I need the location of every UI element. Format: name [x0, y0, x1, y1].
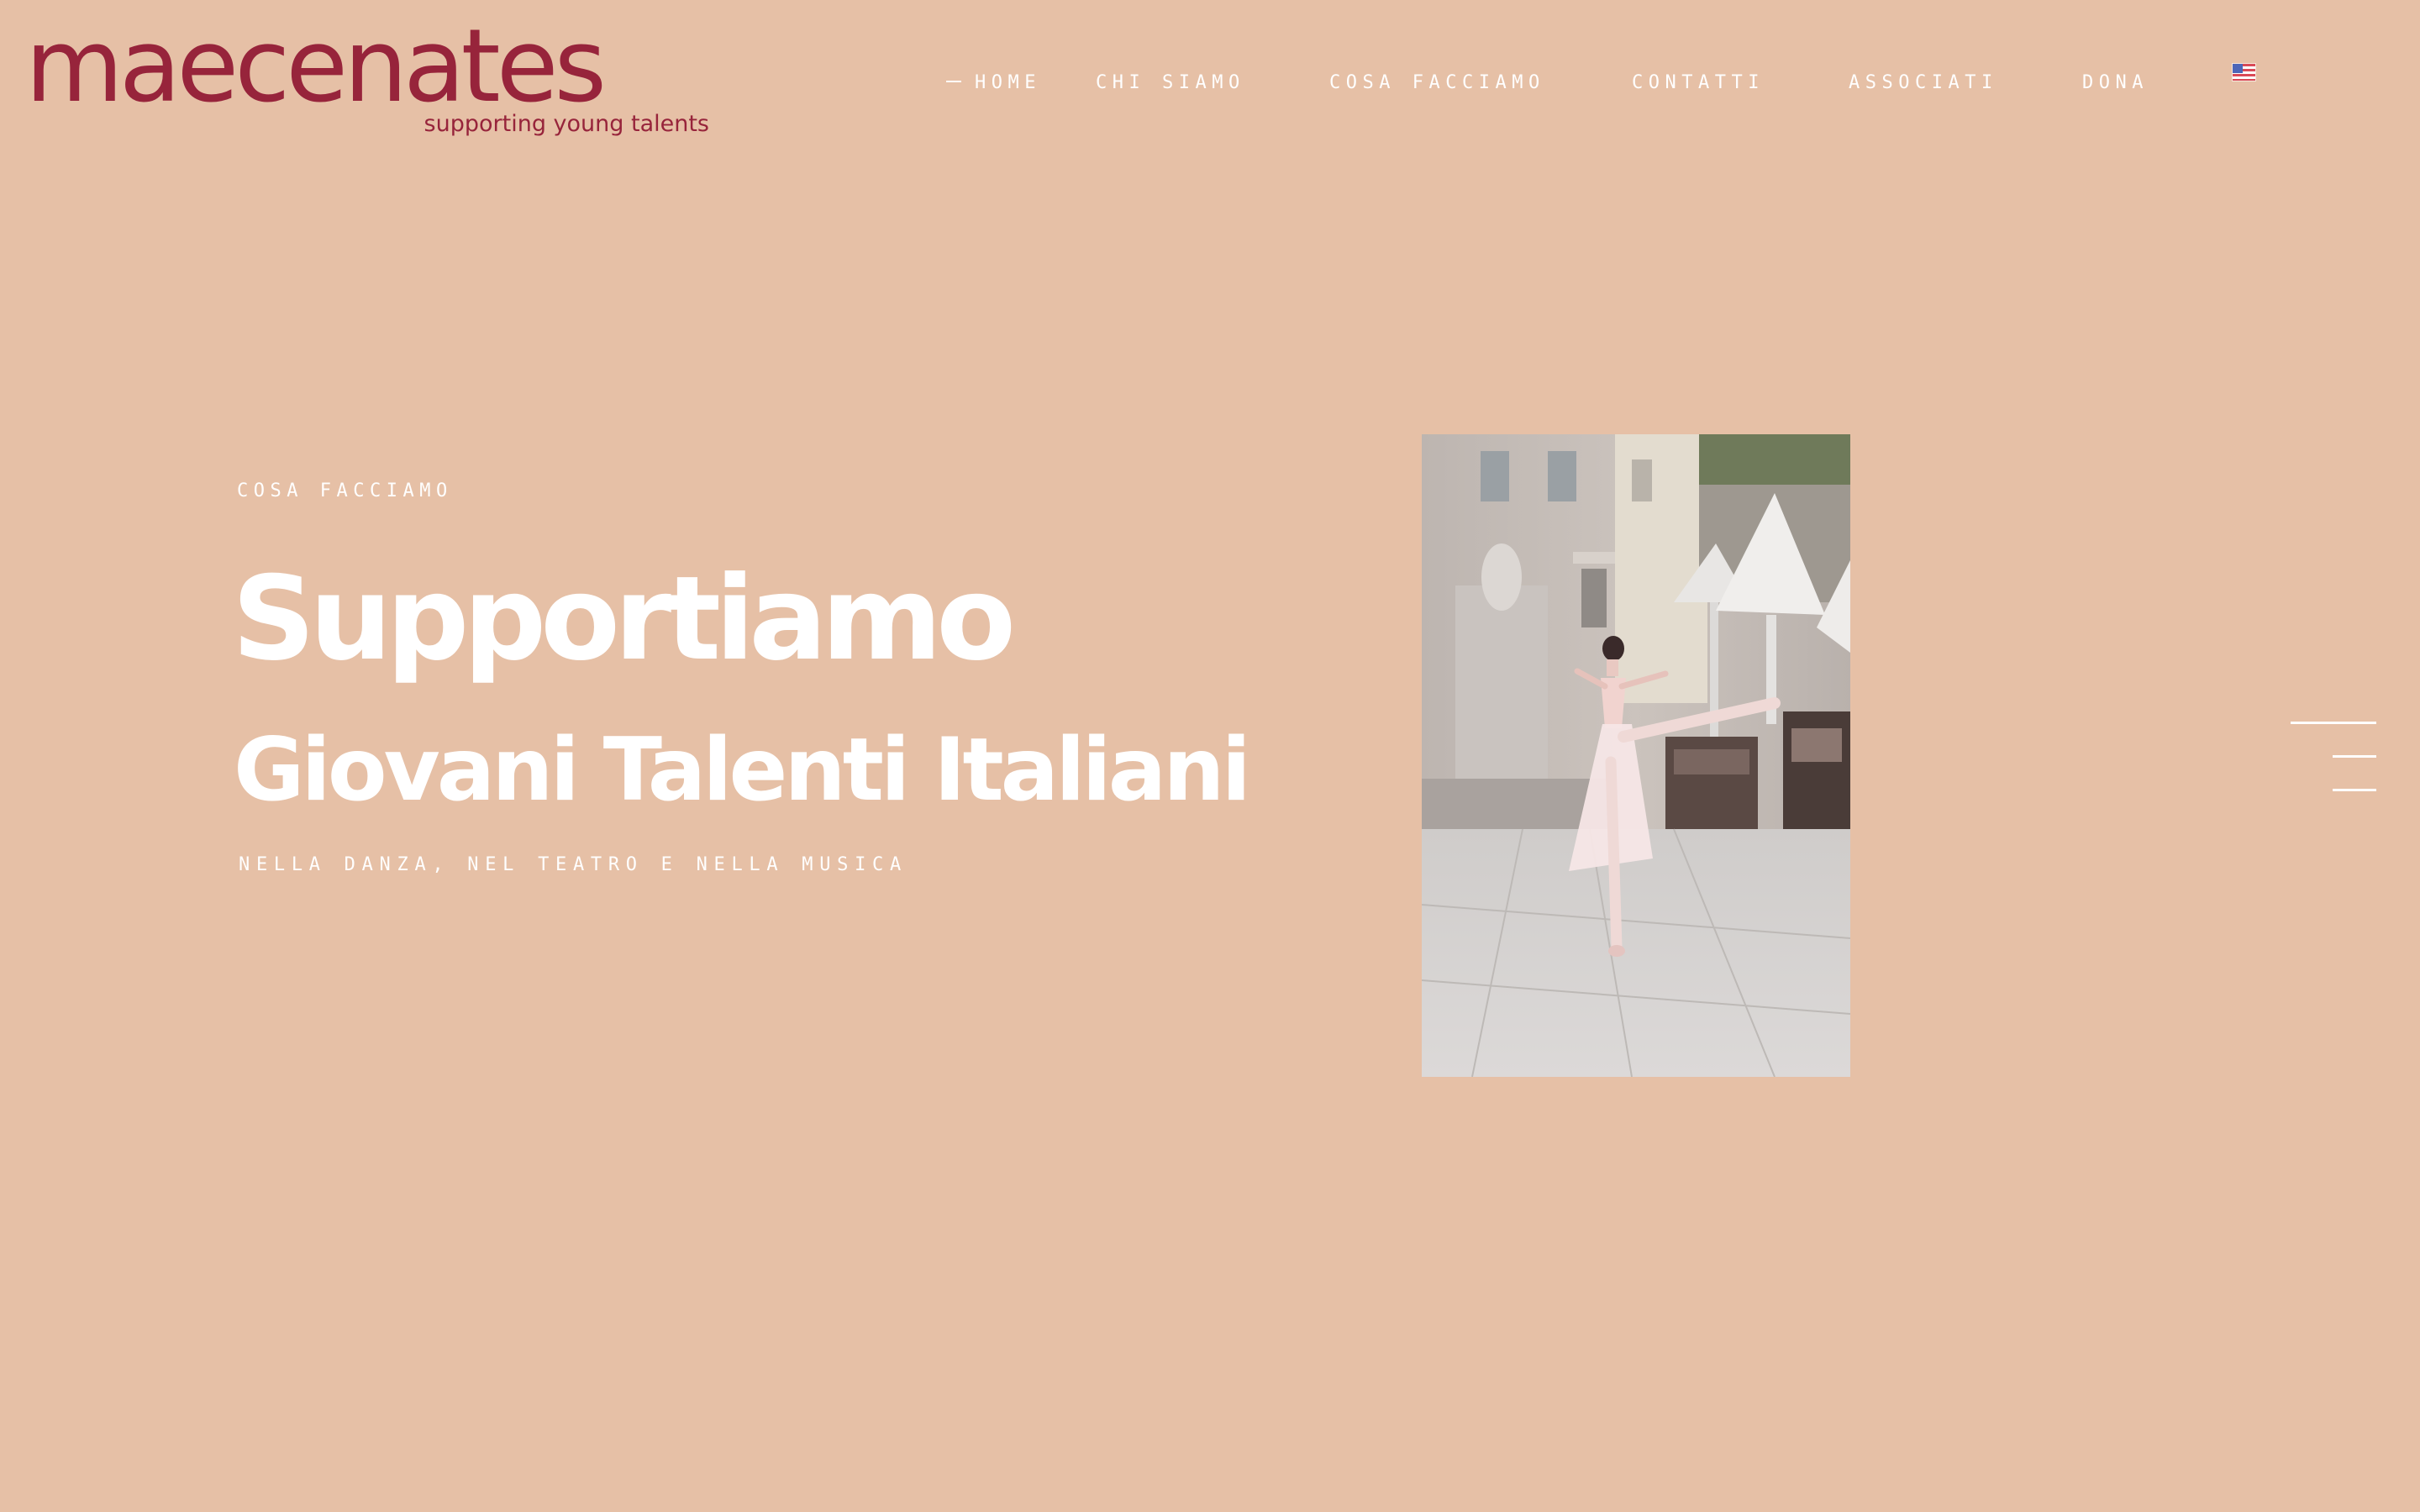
nav-item-label: ASSOCIATI: [1849, 72, 1998, 93]
section-eyebrow: COSA FACCIAMO: [237, 480, 453, 501]
nav-item-label: DONA: [2082, 72, 2149, 93]
us-flag-icon[interactable]: [2233, 64, 2255, 81]
logo-link[interactable]: maecenates supporting young talents: [25, 8, 709, 151]
nav-item-label: HOME: [975, 72, 1041, 93]
active-indicator-dash: [946, 81, 961, 82]
hero-subheadline: Giovani Talenti Italiani: [234, 720, 1251, 821]
flag-canton: [2233, 64, 2243, 73]
hero-tagline: NELLA DANZA, NEL TEATRO E NELLA MUSICA: [239, 854, 908, 875]
nav-item-associati[interactable]: ASSOCIATI: [1849, 69, 1998, 97]
nav-item-dona[interactable]: DONA: [2082, 69, 2149, 97]
nav-item-chi-siamo[interactable]: CHI SIAMO: [1096, 69, 1245, 97]
menu-line: [2291, 722, 2376, 724]
nav-item-label: CHI SIAMO: [1096, 72, 1245, 93]
hero-headline: Supportiamo: [232, 551, 1016, 686]
nav-item-label: COSA FACCIAMO: [1329, 72, 1545, 93]
nav-item-label: CONTATTI: [1632, 72, 1765, 93]
nav-item-cosa-facciamo[interactable]: COSA FACCIAMO: [1329, 69, 1545, 97]
menu-line: [2333, 755, 2376, 758]
nav-item-contatti[interactable]: CONTATTI: [1632, 69, 1765, 97]
hero-photo: [1422, 434, 1850, 1077]
nav-item-home[interactable]: HOME: [946, 69, 1041, 97]
menu-line: [2333, 789, 2376, 791]
ballerina-photo-illustration: [1422, 434, 1850, 1077]
hamburger-menu-icon[interactable]: [2289, 716, 2381, 791]
logo-tagline: supporting young talents: [424, 111, 709, 137]
